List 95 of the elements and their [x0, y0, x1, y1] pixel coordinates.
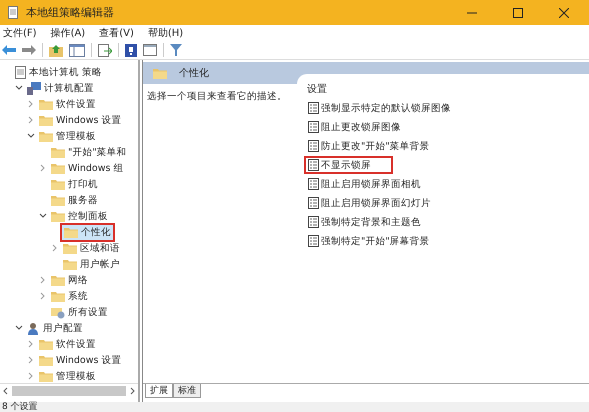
folder-icon [51, 162, 65, 174]
expanded-caret-icon[interactable] [15, 325, 23, 331]
window-icon[interactable] [143, 44, 157, 56]
setting-icon [308, 216, 319, 228]
tree-item[interactable]: Windows 组 [48, 160, 126, 176]
tree-item[interactable]: 打印机 [48, 176, 101, 192]
settings-folder-icon [51, 306, 65, 318]
view-tab[interactable]: 标准 [173, 384, 201, 398]
collapsed-caret-icon[interactable] [40, 276, 46, 284]
scroll-left-icon[interactable] [3, 387, 8, 395]
document-icon [8, 6, 18, 19]
scroll-right-icon[interactable] [130, 387, 135, 395]
folder-icon [51, 194, 65, 206]
folder-icon [39, 370, 53, 382]
folder-icon [51, 178, 65, 190]
folder-icon [39, 114, 53, 126]
window-title: 本地组策略编辑器 [26, 5, 114, 20]
tree-item[interactable]: 用户配置 [24, 320, 86, 336]
expanded-caret-icon[interactable] [27, 133, 35, 139]
folder-icon [51, 210, 65, 222]
folder-icon [39, 130, 53, 142]
folder-up-icon[interactable] [49, 44, 63, 56]
tree-item[interactable]: 用户帐户 [60, 256, 123, 272]
collapsed-caret-icon[interactable] [28, 100, 34, 108]
tree-view-icon[interactable] [69, 44, 85, 56]
status-bar: 8 个设置 [0, 402, 589, 412]
setting-item[interactable]: 阻止更改锁屏图像 [304, 118, 405, 136]
setting-icon [308, 140, 319, 152]
setting-icon [308, 235, 319, 247]
tree-item[interactable]: 所有设置 [48, 304, 111, 320]
collapsed-caret-icon[interactable] [28, 372, 34, 380]
export-list-icon[interactable] [98, 44, 112, 56]
tree-item[interactable]: 管理模板 [36, 128, 99, 144]
folder-icon [51, 146, 65, 158]
folder-icon [39, 338, 53, 350]
view-tab[interactable]: 扩展 [145, 384, 173, 398]
folder-icon [39, 354, 53, 366]
collapsed-caret-icon[interactable] [28, 340, 34, 348]
menu-item[interactable]: 文件(F) [3, 26, 37, 40]
collapsed-caret-icon[interactable] [28, 356, 34, 364]
tree-item[interactable]: 控制面板 [48, 208, 111, 224]
tree-item[interactable]: 区域和语 [60, 240, 123, 256]
tree-item[interactable]: 服务器 [48, 192, 101, 208]
tree-item[interactable]: Windows 设置 [36, 112, 124, 128]
menu-item[interactable]: 帮助(H) [148, 26, 184, 40]
description-text: 选择一个项目来查看它的描述。 [146, 90, 288, 104]
folder-icon [64, 226, 78, 238]
folder-icon [39, 98, 53, 110]
setting-icon [308, 178, 319, 190]
folder-icon [63, 242, 77, 254]
back-arrow-icon[interactable] [2, 45, 16, 55]
expanded-caret-icon[interactable] [39, 213, 47, 219]
tree-item[interactable]: 软件设置 [36, 96, 99, 112]
pane-title: 个性化 [179, 66, 209, 80]
tree-item[interactable]: 网络 [48, 272, 91, 288]
folder-icon [51, 290, 65, 302]
folder-icon [63, 258, 77, 270]
setting-item[interactable]: 阻止启用锁屏界面相机 [304, 175, 425, 193]
collapsed-caret-icon[interactable] [40, 292, 46, 300]
filter-icon[interactable] [170, 44, 182, 56]
close-icon[interactable] [559, 8, 569, 18]
forward-arrow-icon[interactable] [22, 45, 36, 55]
setting-icon [308, 197, 319, 209]
setting-icon [308, 102, 319, 114]
user-icon [27, 322, 40, 334]
tree-item[interactable]: "开始"菜单和 [48, 144, 130, 160]
collapsed-caret-icon[interactable] [28, 116, 34, 124]
tree-item[interactable]: 软件设置 [36, 336, 99, 352]
setting-item[interactable]: 强制显示特定的默认锁屏图像 [304, 99, 455, 117]
tree-item[interactable]: 本地计算机 策略 [12, 64, 106, 80]
folder-icon [51, 274, 65, 286]
column-header: 设置 [306, 82, 328, 97]
collapsed-caret-icon[interactable] [52, 244, 58, 252]
setting-item[interactable]: 阻止启用锁屏界面幻灯片 [304, 194, 435, 212]
tree-item[interactable]: 个性化 [60, 222, 115, 242]
horizontal-scrollbar[interactable] [0, 383, 138, 398]
menu-item[interactable]: 查看(V) [99, 26, 134, 40]
computer-icon [27, 82, 41, 94]
setting-icon [308, 121, 319, 133]
setting-icon [308, 159, 319, 171]
menu-item[interactable]: 操作(A) [50, 26, 86, 40]
document-icon [15, 66, 26, 78]
setting-item[interactable]: 强制特定背景和主题色 [304, 213, 425, 231]
setting-item[interactable]: 不显示锁屏 [304, 156, 393, 174]
tree-item[interactable]: 系统 [48, 288, 91, 304]
folder-icon [153, 68, 167, 78]
setting-item[interactable]: 防止更改"开始"菜单背景 [304, 137, 434, 155]
tree-item[interactable]: 计算机配置 [24, 80, 97, 96]
expanded-caret-icon[interactable] [15, 85, 23, 91]
tree-item[interactable]: Windows 设置 [36, 352, 124, 368]
collapsed-caret-icon[interactable] [40, 164, 46, 172]
tree-item[interactable]: 管理模板 [36, 368, 99, 383]
maximize-icon[interactable] [513, 8, 523, 18]
setting-item[interactable]: 强制特定"开始"屏幕背景 [304, 232, 434, 250]
help-icon[interactable] [125, 44, 137, 56]
